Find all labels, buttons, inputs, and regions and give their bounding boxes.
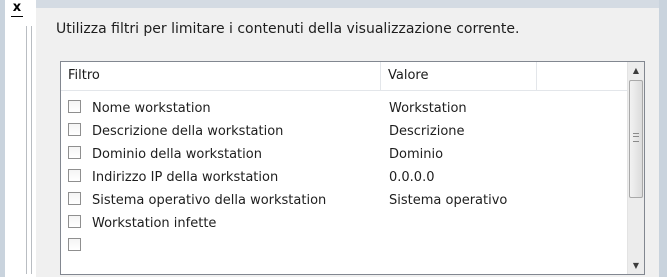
row-filter-label: Indirizzo IP della workstation [92,170,279,185]
row-filter-label: Descrizione della workstation [92,124,284,139]
row-filter-label: Workstation infette [92,216,217,231]
table-row[interactable]: Workstation infette [61,213,628,236]
scrollbar-thumb[interactable] [629,80,643,198]
close-pane-button[interactable]: x [11,1,23,17]
column-header-filtro[interactable]: Filtro [61,62,381,90]
row-checkbox[interactable] [68,146,81,159]
table-row[interactable]: Indirizzo IP della workstation 0.0.0.0 [61,167,628,190]
pane-grip-handle[interactable] [26,26,32,274]
filter-description: Utilizza filtri per limitare i contenuti… [56,21,520,37]
column-header-valore[interactable]: Valore [381,62,537,90]
row-filter-value[interactable]: Workstation [389,101,467,116]
table-row[interactable]: Dominio della workstation Dominio [61,144,628,167]
grid-header: Filtro Valore [61,62,628,91]
row-filter-label: Dominio della workstation [92,147,262,162]
column-header-empty[interactable] [537,62,628,90]
row-filter-value[interactable]: Dominio [389,147,443,162]
arrow-up-icon[interactable]: ▲ [628,62,644,79]
filter-grid: Filtro Valore Nome workstation Workstati… [60,61,645,275]
table-row[interactable]: Descrizione della workstation Descrizion… [61,121,628,144]
row-checkbox[interactable] [68,238,81,251]
row-filter-value[interactable]: Sistema operativo [389,193,507,208]
row-checkbox[interactable] [68,192,81,205]
left-toolbar: x [0,0,36,277]
arrow-down-icon[interactable]: ▼ [628,257,644,274]
table-row[interactable]: Nome workstation Workstation [61,98,628,121]
filter-panel: Utilizza filtri per limitare i contenuti… [36,0,667,277]
row-filter-label: Nome workstation [92,101,211,116]
panel-top-border [36,0,667,8]
left-edge [0,0,5,277]
row-checkbox[interactable] [68,169,81,182]
thumb-grip-icon [633,133,639,142]
vertical-scrollbar[interactable]: ▲ ▼ [627,62,644,274]
panel-right-border [659,0,667,277]
row-filter-value[interactable]: Descrizione [389,124,465,139]
table-row[interactable] [61,236,628,259]
row-filter-label: Sistema operativo della workstation [92,193,327,208]
row-checkbox[interactable] [68,123,81,136]
row-checkbox[interactable] [68,100,81,113]
grid-rows: Nome workstation Workstation Descrizione… [61,98,628,259]
table-row[interactable]: Sistema operativo della workstation Sist… [61,190,628,213]
row-checkbox[interactable] [68,215,81,228]
row-filter-value[interactable]: 0.0.0.0 [389,170,434,185]
